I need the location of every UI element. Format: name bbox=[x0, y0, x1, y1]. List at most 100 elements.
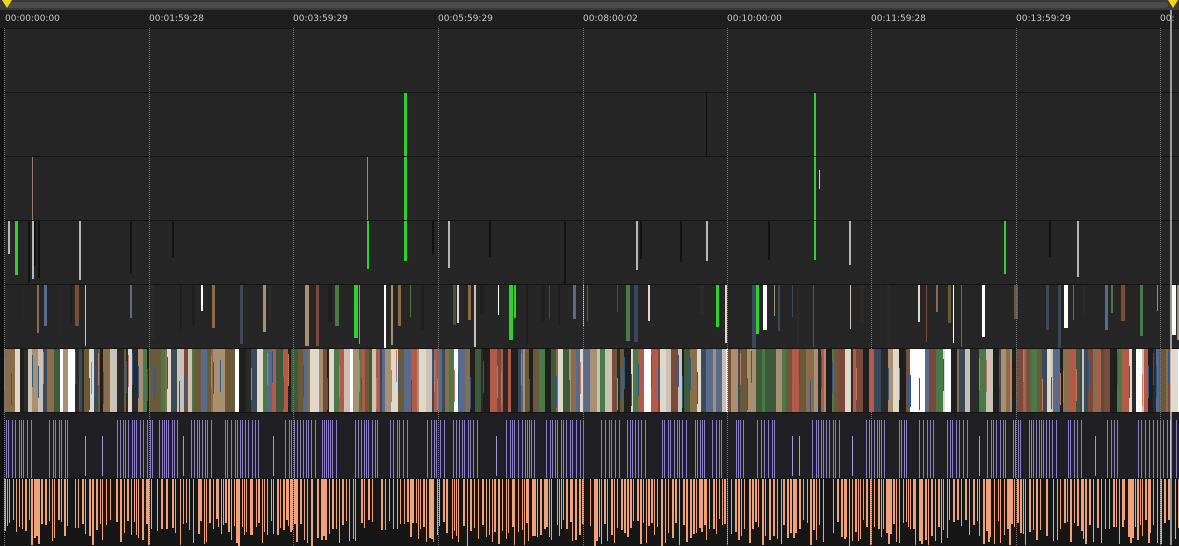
audio-clip[interactable] bbox=[906, 419, 907, 479]
video-clip[interactable] bbox=[94, 365, 95, 398]
audio-clip[interactable] bbox=[283, 479, 285, 530]
audio-clip[interactable] bbox=[570, 419, 571, 479]
audio-clip[interactable] bbox=[439, 479, 440, 526]
audio-clip[interactable] bbox=[336, 419, 337, 479]
audio-clip[interactable] bbox=[561, 419, 562, 479]
video-clip[interactable] bbox=[85, 285, 86, 346]
audio-clip[interactable] bbox=[702, 419, 703, 479]
audio-clip[interactable] bbox=[1137, 479, 1139, 541]
audio-clip[interactable] bbox=[991, 419, 992, 479]
audio-clip[interactable] bbox=[202, 419, 203, 479]
audio-clip[interactable] bbox=[990, 479, 991, 538]
audio-clip[interactable] bbox=[164, 419, 165, 479]
video-clip[interactable] bbox=[1064, 285, 1068, 328]
video-clip[interactable] bbox=[918, 285, 920, 322]
audio-clip[interactable] bbox=[769, 479, 771, 541]
audio-clip[interactable] bbox=[1039, 419, 1040, 479]
audio-clip[interactable] bbox=[159, 419, 160, 479]
audio-clip[interactable] bbox=[59, 419, 60, 479]
audio-clip[interactable] bbox=[772, 419, 773, 479]
audio-clip[interactable] bbox=[78, 479, 79, 528]
audio-clip[interactable] bbox=[223, 479, 224, 525]
video-clip[interactable] bbox=[751, 350, 752, 383]
video-clip[interactable] bbox=[239, 349, 246, 413]
audio-clip[interactable] bbox=[773, 479, 775, 537]
audio-clip[interactable] bbox=[446, 479, 448, 534]
audio-clip[interactable] bbox=[1029, 479, 1031, 533]
audio-clip[interactable] bbox=[576, 419, 577, 479]
audio-clip[interactable] bbox=[353, 479, 354, 539]
audio-clip[interactable] bbox=[150, 419, 151, 479]
video-clip[interactable] bbox=[498, 285, 499, 315]
audio-clip[interactable] bbox=[246, 479, 247, 532]
audio-clip[interactable] bbox=[1085, 479, 1087, 544]
audio-clip[interactable] bbox=[58, 479, 60, 521]
audio-clip[interactable] bbox=[470, 419, 471, 479]
audio-clip[interactable] bbox=[433, 479, 434, 542]
audio-clip[interactable] bbox=[82, 479, 84, 525]
audio-clip[interactable] bbox=[696, 479, 697, 534]
audio-clip[interactable] bbox=[722, 479, 723, 525]
audio-clip[interactable] bbox=[1056, 419, 1057, 479]
video-clip[interactable] bbox=[154, 349, 161, 413]
audio-clip[interactable] bbox=[525, 419, 526, 479]
video-clip[interactable] bbox=[15, 221, 18, 275]
audio-clip[interactable] bbox=[393, 419, 394, 479]
audio-clip[interactable] bbox=[910, 479, 911, 530]
video-clip[interactable] bbox=[38, 221, 40, 278]
video-clip[interactable] bbox=[91, 362, 92, 395]
audio-clip[interactable] bbox=[752, 479, 754, 530]
audio-clip[interactable] bbox=[397, 479, 398, 530]
audio-clip[interactable] bbox=[242, 479, 243, 527]
audio-clip[interactable] bbox=[947, 419, 948, 479]
audio-clip[interactable] bbox=[901, 419, 902, 479]
audio-clip[interactable] bbox=[117, 419, 118, 479]
audio-clip[interactable] bbox=[721, 419, 722, 479]
audio-clip[interactable] bbox=[255, 419, 256, 479]
audio-clip[interactable] bbox=[175, 479, 176, 533]
video-clip[interactable] bbox=[961, 285, 962, 348]
audio-clip[interactable] bbox=[390, 419, 391, 479]
audio-clip[interactable] bbox=[489, 479, 490, 535]
audio-clip[interactable] bbox=[646, 479, 647, 544]
video-clip[interactable] bbox=[936, 349, 943, 413]
audio-clip[interactable] bbox=[361, 419, 362, 479]
video-clip[interactable] bbox=[690, 349, 697, 413]
video-clip[interactable] bbox=[617, 378, 618, 411]
audio-clip[interactable] bbox=[635, 419, 636, 479]
video-clip[interactable] bbox=[1088, 358, 1089, 391]
video-clip[interactable] bbox=[132, 353, 133, 386]
audio-clip[interactable] bbox=[116, 479, 118, 522]
video-clip[interactable] bbox=[792, 349, 799, 413]
video-clip[interactable] bbox=[1049, 221, 1051, 258]
video-clip[interactable] bbox=[1051, 377, 1052, 410]
audio-clip[interactable] bbox=[1029, 419, 1030, 479]
video-clip[interactable] bbox=[359, 359, 360, 392]
audio-clip[interactable] bbox=[456, 419, 457, 479]
audio-clip[interactable] bbox=[258, 419, 259, 479]
audio-clip[interactable] bbox=[1105, 479, 1106, 529]
audio-clip[interactable] bbox=[12, 419, 13, 479]
audio-clip[interactable] bbox=[630, 479, 632, 528]
audio-clip[interactable] bbox=[941, 479, 942, 543]
audio-clip[interactable] bbox=[27, 419, 28, 479]
video-clip[interactable] bbox=[1083, 285, 1085, 315]
video-clip[interactable] bbox=[511, 349, 518, 413]
audio-clip[interactable] bbox=[795, 479, 797, 534]
video-clip[interactable] bbox=[179, 380, 180, 413]
video-clip[interactable] bbox=[480, 285, 484, 315]
audio-clip[interactable] bbox=[308, 419, 309, 479]
audio-clip[interactable] bbox=[1145, 479, 1147, 520]
audio-clip[interactable] bbox=[551, 479, 552, 540]
audio-clip[interactable] bbox=[657, 479, 658, 528]
audio-clip[interactable] bbox=[262, 479, 263, 544]
scrollbar-thumb[interactable] bbox=[6, 2, 1168, 8]
audio-clip[interactable] bbox=[389, 479, 390, 522]
audio-clip[interactable] bbox=[199, 419, 200, 479]
video-clip[interactable] bbox=[1076, 368, 1077, 401]
video-clip[interactable] bbox=[335, 285, 339, 327]
audio-clip[interactable] bbox=[969, 479, 970, 535]
audio-clip[interactable] bbox=[317, 479, 319, 538]
audio-clip[interactable] bbox=[933, 419, 934, 479]
video-clip[interactable] bbox=[18, 285, 19, 322]
